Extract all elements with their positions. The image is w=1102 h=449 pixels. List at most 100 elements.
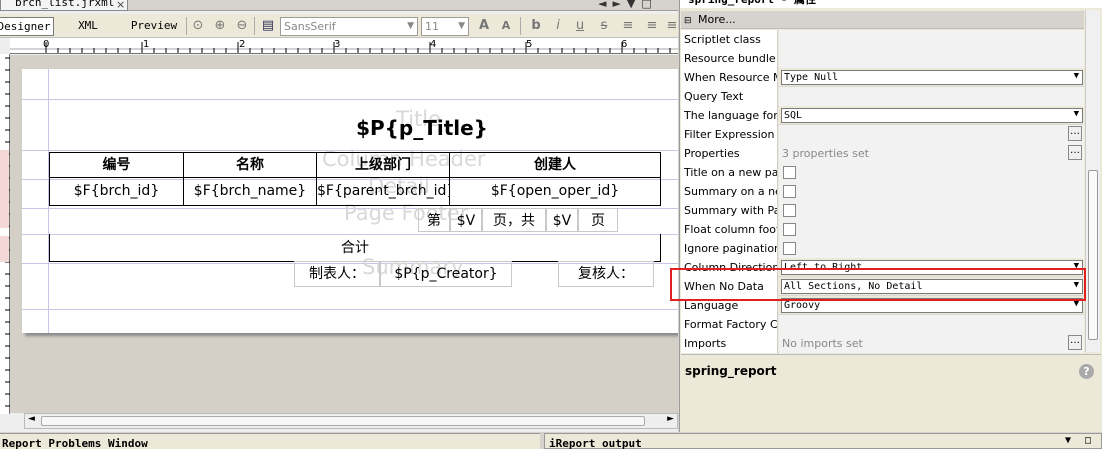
property-when-resource-missing[interactable]: When Resource Missing Type Type Null ▼ [681, 68, 1084, 87]
total-pages-field[interactable]: $V [546, 208, 578, 232]
horizontal-scrollbar[interactable]: ◄ ► [24, 413, 678, 429]
font-size-select[interactable]: 11 ▼ [421, 17, 469, 36]
zoom-fit-icon[interactable]: ⊙ [190, 18, 206, 34]
property-value[interactable]: No imports set [779, 334, 1084, 353]
ruler-mark: 0 [43, 39, 50, 50]
window-controls[interactable]: ◄►▼□ [598, 0, 658, 10]
page-suffix-label[interactable]: 页 [578, 208, 618, 232]
property-name: The language for the dataset query [681, 106, 778, 125]
ellipsis-button[interactable]: … [1068, 145, 1082, 160]
property-format-factory-class[interactable]: Format Factory Class [681, 315, 1084, 334]
page-total-label[interactable]: 页，共 [482, 208, 546, 232]
zoom-out-icon[interactable]: ⊖ [234, 18, 250, 34]
property-query-text[interactable]: Query Text [681, 87, 1084, 106]
property-name: Format Factory Class [681, 315, 778, 334]
bold-icon[interactable]: b [528, 18, 544, 34]
page-number-field[interactable]: $V [450, 208, 482, 232]
font-size-value: 11 [425, 20, 439, 33]
property-value[interactable] [779, 30, 1084, 49]
property-filter-expression[interactable]: Filter Expression … [681, 125, 1084, 144]
font-family-select[interactable]: SansSerif ▼ [280, 17, 418, 36]
ruler-mark: 5 [526, 39, 533, 50]
property-title-new-page[interactable]: Title on a new page [681, 163, 1084, 182]
creator-label[interactable]: 制表人： [294, 261, 380, 287]
property-summary-new-page[interactable]: Summary on a new page [681, 182, 1084, 201]
horizontal-ruler: 0 1 2 3 4 5 6 [10, 38, 678, 54]
strikethrough-icon[interactable]: s [596, 18, 612, 34]
page-footer-di-label[interactable]: 第 [418, 208, 450, 232]
help-icon[interactable]: ? [1079, 364, 1094, 379]
column-header-parent[interactable]: 上级部门 [316, 152, 450, 178]
property-name: Ignore pagination [681, 239, 778, 258]
scroll-left-icon[interactable]: ◄ [28, 414, 35, 424]
property-value [779, 163, 1084, 182]
detail-field-creator[interactable]: $F{open_oper_id} [449, 177, 661, 206]
creator-field[interactable]: $P{p_Creator} [380, 261, 512, 287]
file-tab[interactable]: brch_list.jrxml [0, 0, 128, 11]
vertical-ruler [0, 54, 10, 414]
ruler-mark: 6 [621, 39, 628, 50]
property-value[interactable] [779, 49, 1084, 68]
report-editor: brch_list.jrxml × ◄►▼□ Designer XML Prev… [0, 0, 678, 432]
properties-scrollbar[interactable] [1085, 10, 1100, 352]
checkbox[interactable] [783, 242, 796, 255]
xml-view-tab[interactable]: XML [64, 17, 112, 36]
collapse-icon[interactable]: ⊟ [684, 16, 692, 26]
ireport-output-tab[interactable]: iReport output ▼ □ [544, 433, 1102, 449]
increase-font-icon[interactable]: A [476, 18, 492, 34]
column-header-creator[interactable]: 创建人 [449, 152, 661, 178]
band-separator [22, 309, 678, 310]
toolbar-separator [520, 17, 521, 35]
detail-field-name[interactable]: $F{brch_name} [183, 177, 317, 206]
properties-description: spring_report ? [681, 354, 1101, 432]
scrollbar-thumb[interactable] [41, 416, 645, 426]
underline-icon[interactable]: u [572, 18, 588, 34]
column-header-id[interactable]: 编号 [49, 152, 184, 178]
report-title-field[interactable]: $P{p_Title} [222, 113, 622, 143]
property-resource-bundle[interactable]: Resource bundle [681, 49, 1084, 68]
checkbox[interactable] [783, 223, 796, 236]
property-value[interactable] [779, 315, 1084, 334]
preview-view-tab[interactable]: Preview [124, 17, 184, 36]
checkbox[interactable] [783, 185, 796, 198]
font-dialog-icon[interactable]: ▤ [260, 18, 276, 34]
design-canvas[interactable]: Title Column Header Detail Page Footer S… [10, 55, 678, 413]
property-ignore-pagination[interactable]: Ignore pagination [681, 239, 1084, 258]
checkbox[interactable] [783, 166, 796, 179]
designer-view-tab[interactable]: Designer [0, 17, 54, 36]
checkbox[interactable] [783, 204, 796, 217]
close-tab-icon[interactable]: × [116, 0, 125, 11]
property-query-language[interactable]: The language for the dataset query SQL ▼ [681, 106, 1084, 125]
detail-field-id[interactable]: $F{brch_id} [49, 177, 184, 206]
ellipsis-button[interactable]: … [1068, 126, 1082, 141]
property-summary-with-page-header[interactable]: Summary with Page Header and Footer [681, 201, 1084, 220]
property-name: Scriptlet class [681, 30, 778, 49]
property-value[interactable] [779, 87, 1084, 106]
property-float-column-footer[interactable]: Float column footer [681, 220, 1084, 239]
more-section-header[interactable]: ⊟ More... [681, 11, 1084, 29]
when-resource-missing-select[interactable]: Type Null ▼ [781, 70, 1083, 85]
detail-field-parent[interactable]: $F{parent_brch_id} [316, 177, 450, 206]
align-left-icon[interactable]: ≡ [620, 18, 636, 34]
decrease-font-icon[interactable]: A [498, 18, 514, 34]
column-header-name[interactable]: 名称 [183, 152, 317, 178]
property-imports[interactable]: Imports No imports set … [681, 334, 1084, 353]
property-scriptlet-class[interactable]: Scriptlet class [681, 30, 1084, 49]
property-value[interactable] [779, 125, 1084, 144]
align-justify-icon[interactable]: ≡ [644, 18, 660, 34]
italic-icon[interactable]: i [550, 18, 566, 34]
scrollbar-thumb[interactable] [1088, 170, 1098, 340]
ruler-mark: 2 [239, 39, 246, 50]
report-problems-window-tab[interactable]: Report Problems Window [0, 433, 540, 449]
ellipsis-button[interactable]: … [1068, 335, 1082, 350]
summary-total-field[interactable]: 合计 [49, 234, 661, 262]
align-right-icon[interactable]: ≡ [664, 18, 680, 34]
reviewer-label[interactable]: 复核人： [558, 261, 654, 287]
property-value[interactable]: 3 properties set [779, 144, 1084, 163]
property-properties[interactable]: Properties 3 properties set … [681, 144, 1084, 163]
panel-controls-icon[interactable]: ▼ □ [1065, 434, 1095, 448]
scroll-right-icon[interactable]: ► [667, 414, 674, 424]
query-language-select[interactable]: SQL ▼ [781, 108, 1083, 123]
ruler-ticks [10, 42, 678, 53]
zoom-in-icon[interactable]: ⊕ [212, 18, 228, 34]
